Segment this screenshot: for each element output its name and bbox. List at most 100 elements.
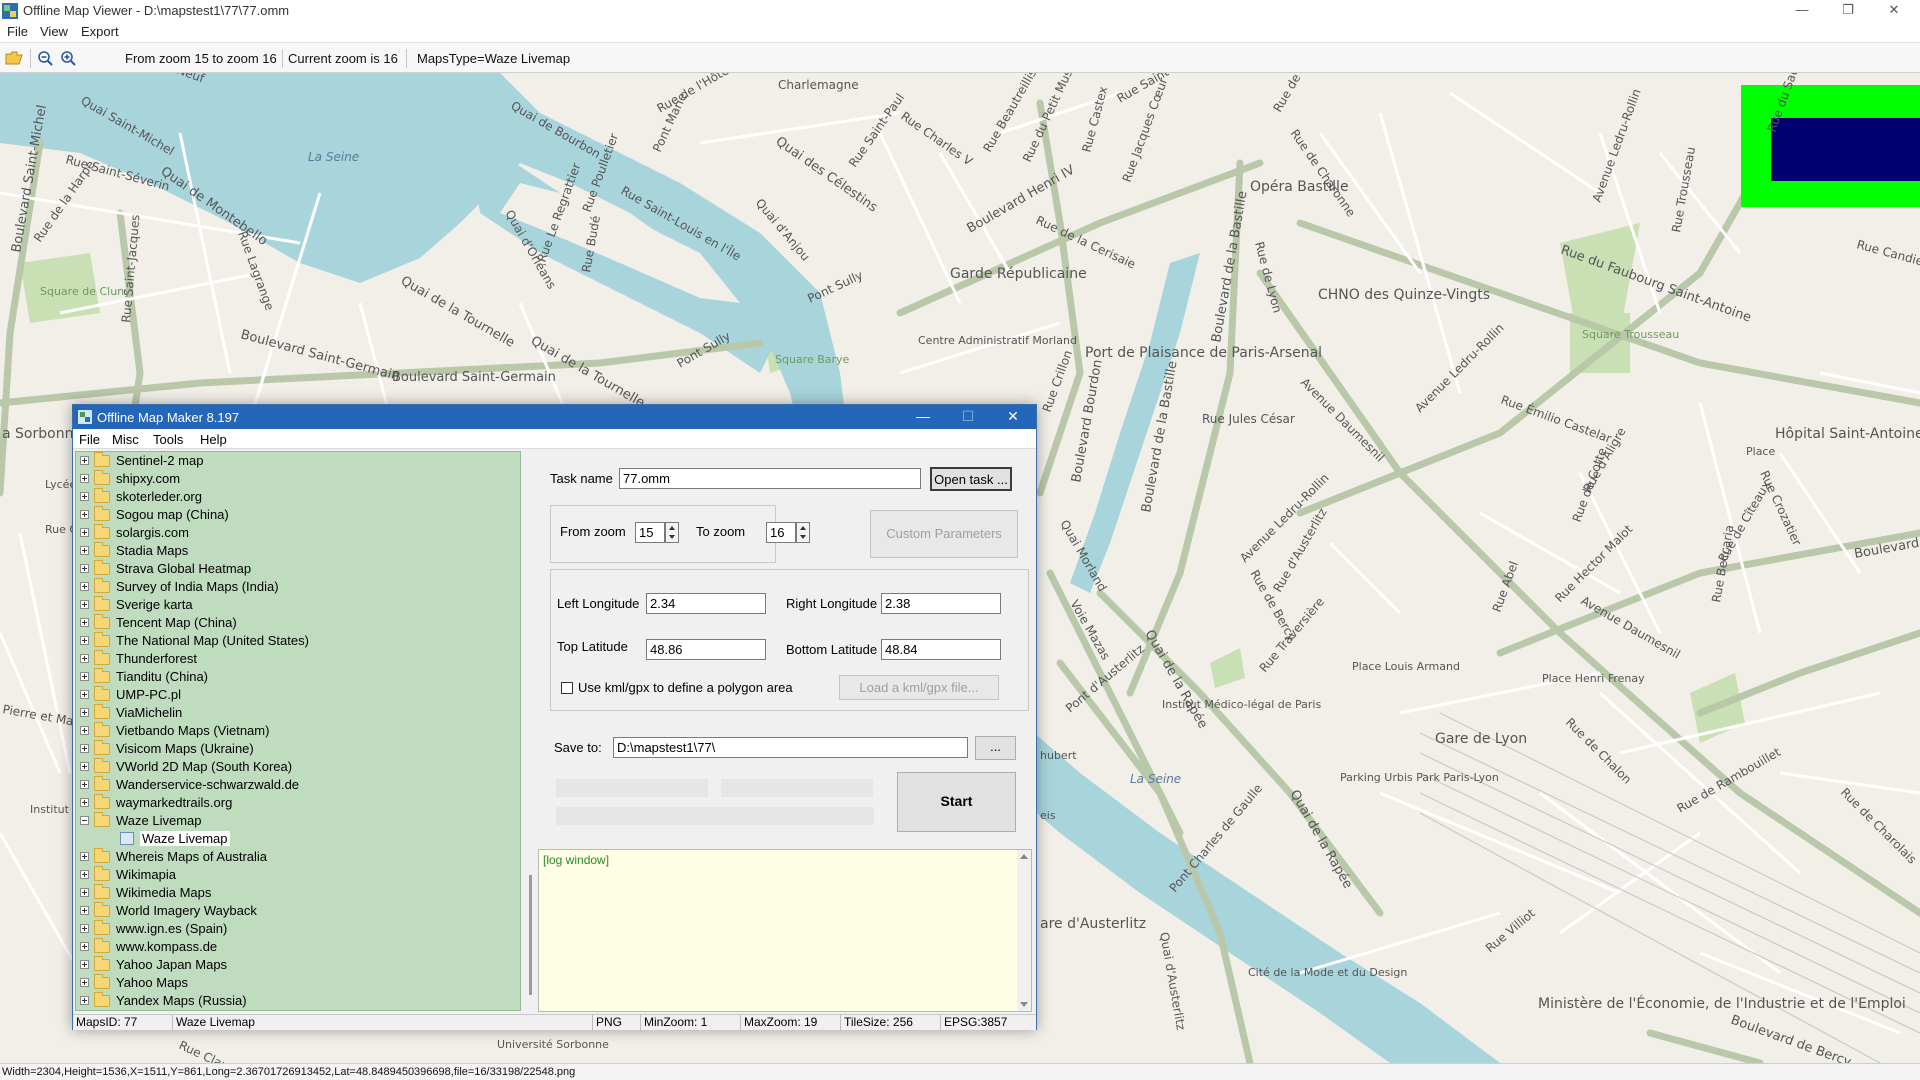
expand-icon[interactable]	[80, 870, 89, 879]
tree-scrollbar[interactable]	[523, 451, 539, 1011]
tree-scroll-thumb[interactable]	[529, 875, 532, 995]
tree-child-item[interactable]: Waze Livemap	[76, 830, 516, 848]
collapse-icon[interactable]	[80, 816, 89, 825]
tree-item[interactable]: Tencent Map (China)	[76, 614, 516, 632]
tree-item[interactable]: Sverige karta	[76, 596, 516, 614]
expand-icon[interactable]	[80, 546, 89, 555]
top-latitude-input[interactable]: 48.86	[646, 639, 766, 660]
zoom-in-icon[interactable]	[60, 50, 78, 66]
tree-item[interactable]: ViaMichelin	[76, 704, 516, 722]
expand-icon[interactable]	[80, 888, 89, 897]
dialog-menu-file[interactable]: File	[79, 432, 100, 447]
expand-icon[interactable]	[80, 582, 89, 591]
tree-item[interactable]: Stadia Maps	[76, 542, 516, 560]
tree-item[interactable]: VWorld 2D Map (South Korea)	[76, 758, 516, 776]
tree-item[interactable]: World Imagery Wayback	[76, 902, 516, 920]
tree-item[interactable]: Wikimapia	[76, 866, 516, 884]
expand-icon[interactable]	[80, 708, 89, 717]
expand-icon[interactable]	[80, 996, 89, 1005]
expand-icon[interactable]	[80, 618, 89, 627]
dialog-close-button[interactable]: ✕	[993, 408, 1033, 425]
expand-icon[interactable]	[80, 906, 89, 915]
dialog-minimize-button[interactable]: —	[903, 408, 943, 424]
log-scrollbar[interactable]	[1017, 850, 1031, 1011]
tree-item[interactable]: Yandex Maps (Russia)	[76, 992, 516, 1010]
tree-item[interactable]: Waze Livemap	[76, 812, 516, 830]
kml-checkbox[interactable]	[561, 682, 573, 694]
open-task-button[interactable]: Open task ...	[930, 467, 1012, 491]
tree-item[interactable]: Sogou map (China)	[76, 506, 516, 524]
menu-file[interactable]: File	[7, 24, 28, 39]
expand-icon[interactable]	[80, 852, 89, 861]
task-name-input[interactable]: 77.omm	[619, 468, 921, 489]
dialog-menu-tools[interactable]: Tools	[153, 432, 183, 447]
expand-icon[interactable]	[80, 528, 89, 537]
expand-icon[interactable]	[80, 726, 89, 735]
tree-item[interactable]: Yahoo Japan Maps	[76, 956, 516, 974]
expand-icon[interactable]	[80, 456, 89, 465]
expand-icon[interactable]	[80, 942, 89, 951]
from-zoom-input[interactable]: 15	[635, 522, 665, 543]
expand-icon[interactable]	[80, 672, 89, 681]
bottom-latitude-input[interactable]: 48.84	[881, 639, 1001, 660]
dialog-menu-misc[interactable]: Misc	[112, 432, 139, 447]
dialog-titlebar[interactable]: Offline Map Maker 8.197 — ☐ ✕	[73, 405, 1036, 429]
expand-icon[interactable]	[80, 762, 89, 771]
tree-item[interactable]: Sentinel-2 map	[76, 452, 516, 470]
load-kml-button[interactable]: Load a kml/gpx file...	[839, 675, 999, 700]
expand-icon[interactable]	[80, 780, 89, 789]
tree-item[interactable]: shipxy.com	[76, 470, 516, 488]
tree-item[interactable]: Yahoo Maps	[76, 974, 516, 992]
tree-item[interactable]: Whereis Maps of Australia	[76, 848, 516, 866]
tree-item[interactable]: Thunderforest	[76, 650, 516, 668]
expand-icon[interactable]	[80, 510, 89, 519]
expand-icon[interactable]	[80, 564, 89, 573]
tree-item[interactable]: Wikimedia Maps	[76, 884, 516, 902]
map-label: Quai de la Tournelle	[398, 273, 517, 350]
expand-icon[interactable]	[80, 978, 89, 987]
expand-icon[interactable]	[80, 600, 89, 609]
tree-item[interactable]: Tianditu (China)	[76, 668, 516, 686]
save-to-input[interactable]: D:\mapstest1\77\	[613, 737, 968, 758]
expand-icon[interactable]	[80, 960, 89, 969]
menu-export[interactable]: Export	[81, 24, 119, 39]
tree-item[interactable]: Wanderservice-schwarzwald.de	[76, 776, 516, 794]
to-zoom-spinner[interactable]	[796, 522, 810, 543]
restore-button[interactable]: ❐	[1825, 0, 1871, 22]
status-format: PNG	[593, 1015, 641, 1031]
map-source-tree[interactable]: Sentinel-2 map shipxy.com skoterleder.org S…	[75, 451, 521, 1011]
tree-item[interactable]: Survey of India Maps (India)	[76, 578, 516, 596]
expand-icon[interactable]	[80, 798, 89, 807]
from-zoom-spinner[interactable]	[665, 522, 679, 543]
tree-item[interactable]: Vietbando Maps (Vietnam)	[76, 722, 516, 740]
log-window[interactable]: [log window]	[538, 849, 1032, 1012]
expand-icon[interactable]	[80, 690, 89, 699]
tree-item[interactable]: skoterleder.org	[76, 488, 516, 506]
open-folder-icon[interactable]	[5, 50, 23, 66]
to-zoom-input[interactable]: 16	[766, 522, 796, 543]
menu-view[interactable]: View	[40, 24, 68, 39]
browse-button[interactable]: ...	[975, 736, 1016, 760]
tree-item[interactable]: The National Map (United States)	[76, 632, 516, 650]
dialog-menu-help[interactable]: Help	[200, 432, 227, 447]
tree-item[interactable]: Visicom Maps (Ukraine)	[76, 740, 516, 758]
start-button[interactable]: Start	[897, 772, 1016, 832]
close-button[interactable]: ✕	[1871, 0, 1917, 22]
left-longitude-input[interactable]: 2.34	[646, 593, 766, 614]
tree-item[interactable]: UMP-PC.pl	[76, 686, 516, 704]
tree-item[interactable]: waymarkedtrails.org	[76, 794, 516, 812]
expand-icon[interactable]	[80, 474, 89, 483]
expand-icon[interactable]	[80, 636, 89, 645]
expand-icon[interactable]	[80, 924, 89, 933]
tree-item[interactable]: www.ign.es (Spain)	[76, 920, 516, 938]
custom-parameters-button[interactable]: Custom Parameters	[870, 510, 1018, 558]
expand-icon[interactable]	[80, 492, 89, 501]
tree-item[interactable]: solargis.com	[76, 524, 516, 542]
tree-item[interactable]: www.kompass.de	[76, 938, 516, 956]
minimize-button[interactable]: —	[1779, 0, 1825, 22]
right-longitude-input[interactable]: 2.38	[881, 593, 1001, 614]
tree-item[interactable]: Strava Global Heatmap	[76, 560, 516, 578]
zoom-out-icon[interactable]	[37, 50, 55, 66]
expand-icon[interactable]	[80, 744, 89, 753]
expand-icon[interactable]	[80, 654, 89, 663]
